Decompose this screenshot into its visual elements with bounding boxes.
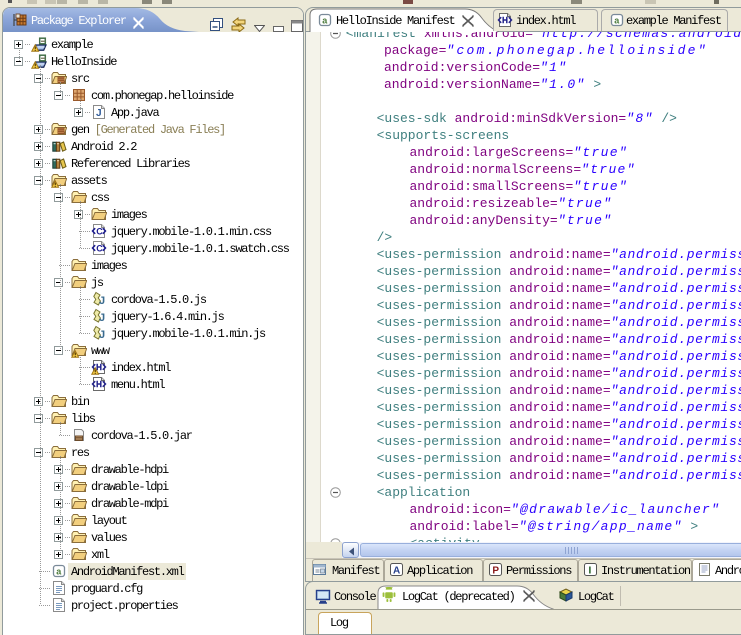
svg-text:J: J (99, 312, 105, 324)
svg-text:J: J (99, 295, 105, 307)
svg-text:J: J (96, 108, 101, 119)
svg-text:J: J (99, 329, 105, 341)
svg-text:A: A (393, 566, 400, 577)
